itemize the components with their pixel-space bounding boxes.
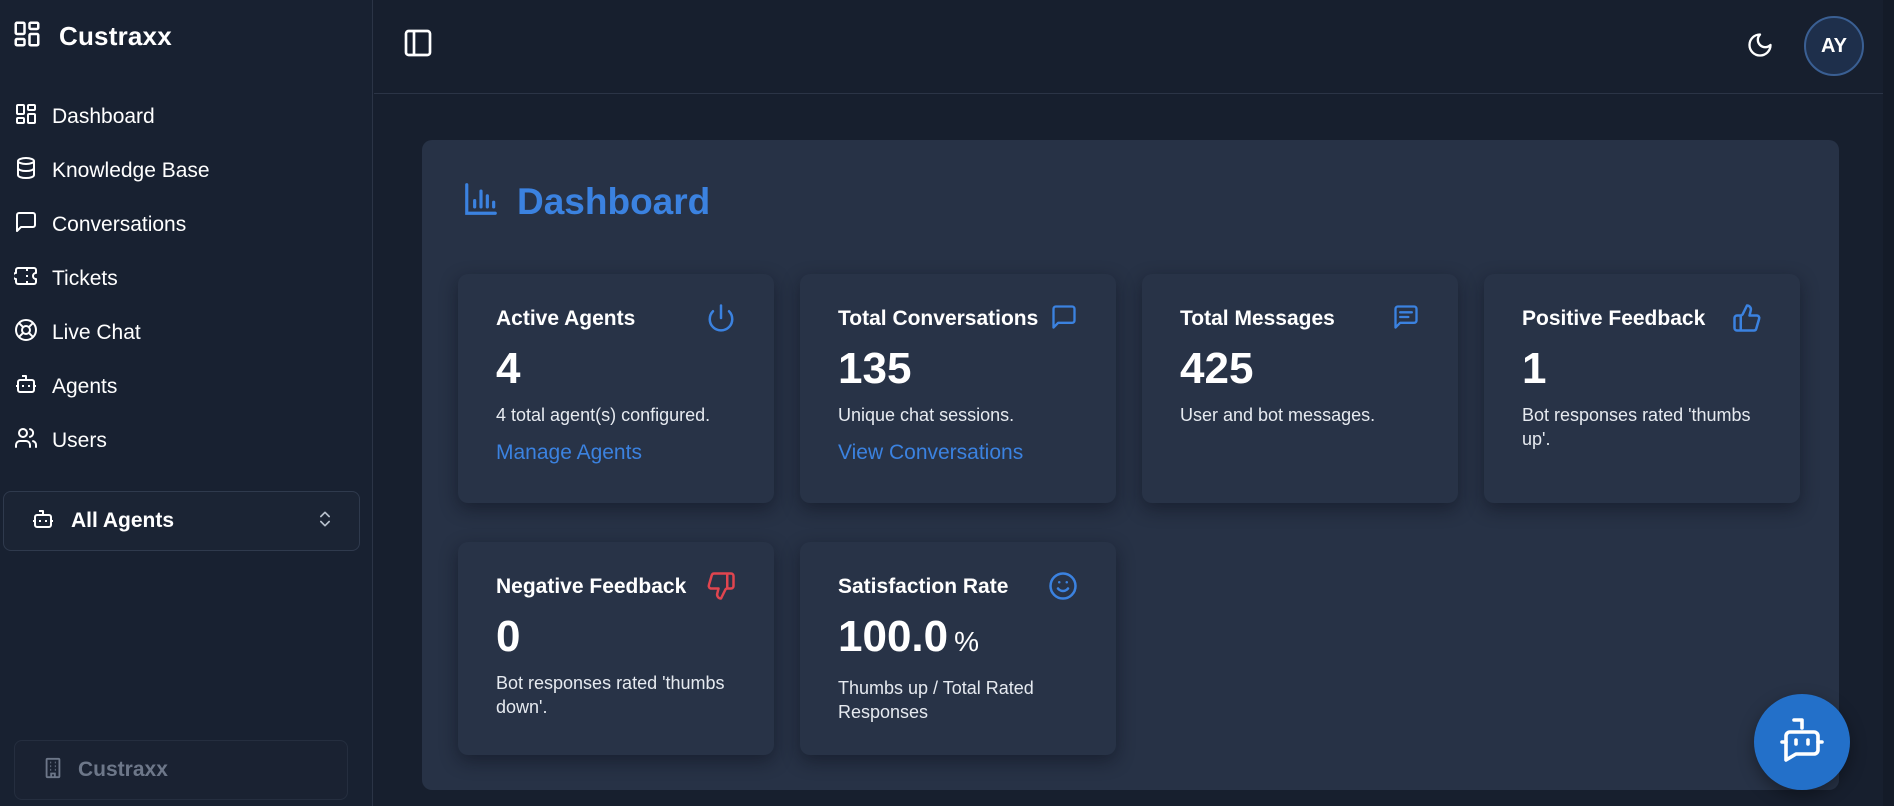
card-value: 425 <box>1180 344 1254 393</box>
card-value: 0 <box>496 612 521 661</box>
panel-left-icon[interactable] <box>402 27 434 59</box>
sidebar-item-label: Live Chat <box>52 321 141 344</box>
sidebar-item-label: Dashboard <box>52 105 155 128</box>
app: Custraxx Dashboard Knowledge Base Conver… <box>0 0 1894 806</box>
card-value: 1 <box>1522 344 1547 393</box>
bot-icon <box>14 372 38 402</box>
sidebar: Custraxx Dashboard Knowledge Base Conver… <box>0 0 373 806</box>
scrollbar[interactable] <box>1883 0 1894 806</box>
chevrons-up-down-icon <box>315 509 335 534</box>
sidebar-item-knowledge-base[interactable]: Knowledge Base <box>14 144 354 198</box>
page-title-text: Dashboard <box>517 180 711 222</box>
sidebar-nav: Dashboard Knowledge Base Conversations T… <box>12 90 354 468</box>
dashboard-icon <box>14 102 38 132</box>
agent-selector-value: All Agents <box>71 509 175 532</box>
message-square-icon <box>1050 303 1078 336</box>
brand[interactable]: Custraxx <box>12 19 172 54</box>
sidebar-item-label: Knowledge Base <box>52 159 210 182</box>
users-icon <box>14 426 38 456</box>
view-conversations-link[interactable]: View Conversations <box>838 441 1023 465</box>
sidebar-item-label: Agents <box>52 375 118 398</box>
bot-message-icon <box>1778 716 1826 769</box>
card-value: 100.0% <box>838 613 1078 666</box>
card-description: Bot responses rated 'thumbs down'. <box>496 673 725 717</box>
card-description: Unique chat sessions. <box>838 405 1015 425</box>
ticket-icon <box>12 264 38 294</box>
card-title: Negative Feedback <box>496 575 687 598</box>
sidebar-item-agents[interactable]: Agents <box>14 360 354 414</box>
sidebar-item-users[interactable]: Users <box>14 414 354 468</box>
sidebar-item-conversations[interactable]: Conversations <box>14 198 354 252</box>
thumbs-up-icon <box>1732 303 1762 338</box>
power-icon <box>706 303 736 338</box>
avatar[interactable]: AY <box>1804 16 1864 76</box>
org-switcher[interactable]: Custraxx <box>14 740 348 800</box>
sidebar-item-label: Users <box>52 429 107 452</box>
brand-name: Custraxx <box>59 21 172 51</box>
card-title: Positive Feedback <box>1522 307 1706 330</box>
stat-card-positive-feedback: Positive Feedback 1 Bot responses rated … <box>1484 274 1800 503</box>
message-square-icon <box>14 210 38 240</box>
card-description: Thumbs up / Total Rated Responses <box>838 678 1034 722</box>
sidebar-item-live-chat[interactable]: Live Chat <box>14 306 354 360</box>
card-value-unit: % <box>954 626 980 657</box>
card-title: Active Agents <box>496 307 636 330</box>
thumbs-down-icon <box>706 571 736 606</box>
card-title: Total Messages <box>1180 307 1335 330</box>
card-value-number: 100.0 <box>838 612 949 661</box>
lifebuoy-icon <box>14 318 38 348</box>
agent-selector[interactable]: All Agents <box>3 491 360 551</box>
card-value: 4 <box>496 344 521 393</box>
card-description: 4 total agent(s) configured. <box>496 405 711 425</box>
stat-card-negative-feedback: Negative Feedback 0 Bot responses rated … <box>458 542 774 755</box>
card-description: User and bot messages. <box>1180 405 1376 425</box>
chatbot-launcher-button[interactable] <box>1754 694 1850 790</box>
database-icon <box>14 156 38 186</box>
moon-icon[interactable] <box>1746 31 1774 59</box>
stat-card-active-agents: Active Agents 4 4 total agent(s) configu… <box>458 274 774 503</box>
sidebar-item-tickets[interactable]: Tickets <box>12 252 354 306</box>
org-name: Custraxx <box>78 758 168 781</box>
stat-card-total-conversations: Total Conversations 135 Unique chat sess… <box>800 274 1116 503</box>
card-title: Total Conversations <box>838 307 1039 330</box>
smile-icon <box>1048 571 1078 606</box>
card-description: Bot responses rated 'thumbs up'. <box>1522 405 1751 449</box>
sidebar-item-label: Conversations <box>52 213 187 236</box>
sidebar-item-dashboard[interactable]: Dashboard <box>14 90 354 144</box>
card-title: Satisfaction Rate <box>838 575 1009 598</box>
dashboard-panel: Dashboard Active Agents 4 4 total agent(… <box>422 140 1839 790</box>
bot-icon <box>31 507 55 536</box>
card-value: 135 <box>838 344 912 393</box>
stat-card-satisfaction-rate: Satisfaction Rate 100.0% Thumbs up / Tot… <box>800 542 1116 755</box>
message-text-icon <box>1392 303 1420 336</box>
top-header: AY <box>374 0 1894 94</box>
building-icon <box>42 757 64 784</box>
bar-chart-icon <box>462 180 500 223</box>
sidebar-item-label: Tickets <box>52 267 118 290</box>
page-title: Dashboard <box>462 180 710 223</box>
layout-grid-icon <box>12 19 42 54</box>
manage-agents-link[interactable]: Manage Agents <box>496 441 642 465</box>
stat-card-total-messages: Total Messages 425 User and bot messages… <box>1142 274 1458 503</box>
